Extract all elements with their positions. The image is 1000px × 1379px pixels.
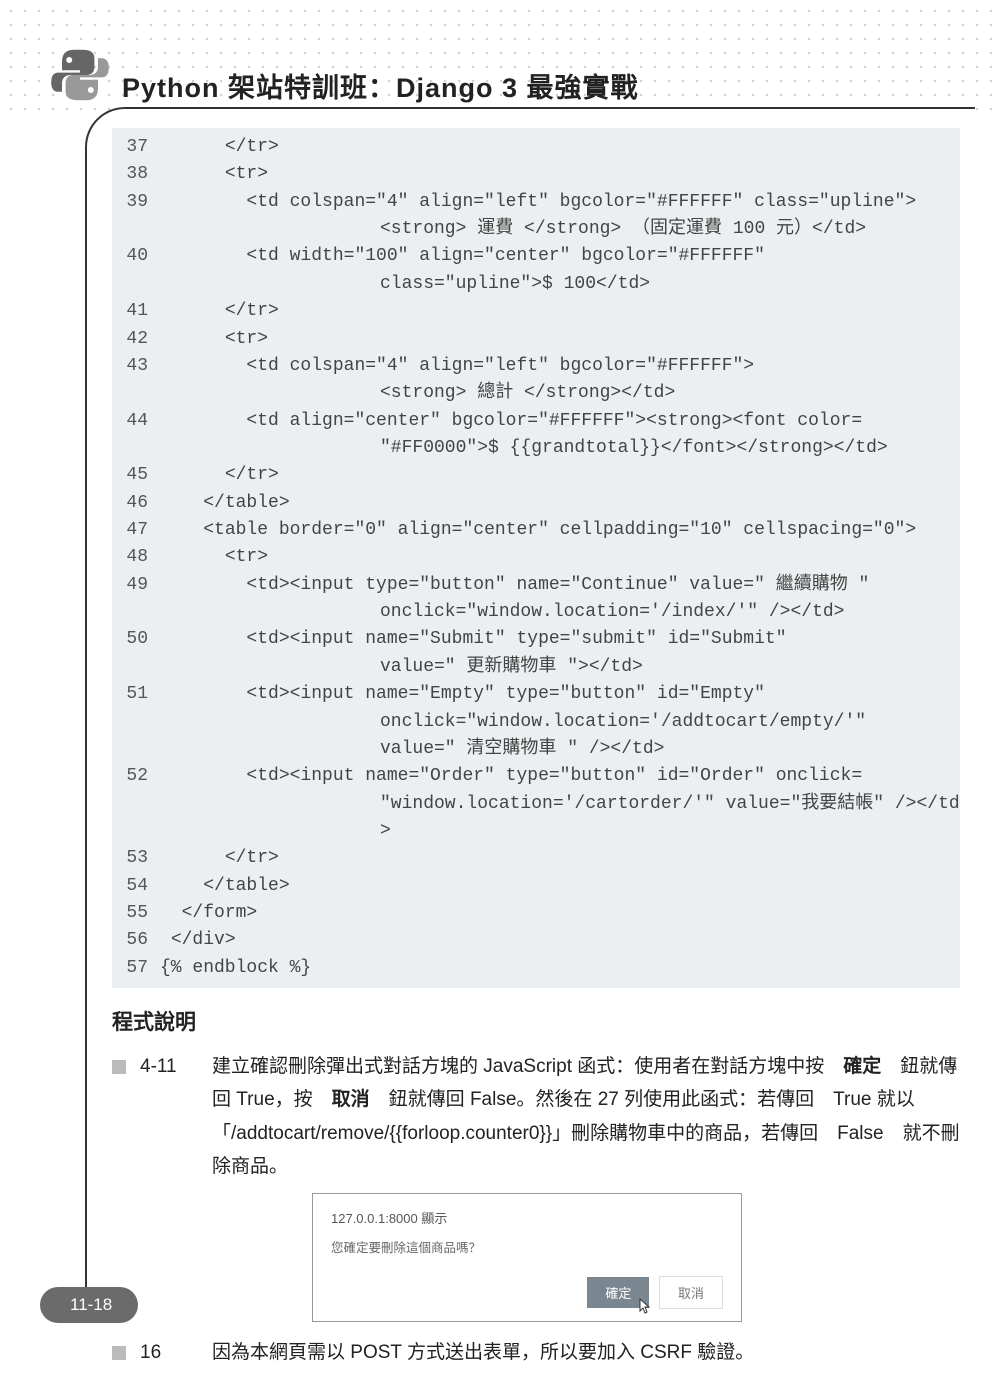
code-line: 50 <td><input name="Submit" type="submit…: [112, 626, 960, 653]
dialog-message: 您確定要刪除這個商品嗎？: [331, 1237, 723, 1256]
cursor-icon: [639, 1298, 653, 1314]
python-logo-icon: [50, 45, 110, 105]
code-line: onclick="window.location='/index/'" /></…: [112, 599, 960, 626]
explain-heading: 程式說明: [112, 1006, 960, 1036]
code-line: 54 </table>: [112, 873, 960, 900]
page-title: Python 架站特訓班：Django 3 最強實戰: [122, 66, 639, 105]
code-line: 53 </tr>: [112, 845, 960, 872]
code-line: <strong> 總計 </strong></td>: [112, 380, 960, 407]
explain-item-1: 4-11 建立確認刪除彈出式對話方塊的 JavaScript 函式：使用者在對話…: [112, 1050, 960, 1183]
explain-linenum: 4-11: [140, 1050, 212, 1183]
dialog-ok-button: 確定: [587, 1277, 649, 1308]
dialog-screenshot: 127.0.0.1:8000 顯示 您確定要刪除這個商品嗎？ 確定 取消: [312, 1193, 742, 1322]
code-line: 43 <td colspan="4" align="left" bgcolor=…: [112, 353, 960, 380]
code-line: 56 </div>: [112, 927, 960, 954]
code-line: "#FF0000">$ {{grandtotal}}</font></stron…: [112, 435, 960, 462]
code-line: 55 </form>: [112, 900, 960, 927]
code-line: 49 <td><input type="button" name="Contin…: [112, 572, 960, 599]
code-line: 40 <td width="100" align="center" bgcolo…: [112, 243, 960, 270]
code-line: 47 <table border="0" align="center" cell…: [112, 517, 960, 544]
code-line: onclick="window.location='/addtocart/emp…: [112, 709, 960, 736]
code-line: 51 <td><input name="Empty" type="button"…: [112, 681, 960, 708]
code-line: 39 <td colspan="4" align="left" bgcolor=…: [112, 189, 960, 216]
code-line: 48 <tr>: [112, 544, 960, 571]
code-line: value=" 清空購物車 " /></td>: [112, 736, 960, 763]
explain-text: 建立確認刪除彈出式對話方塊的 JavaScript 函式：使用者在對話方塊中按 …: [212, 1050, 960, 1183]
code-line: 42 <tr>: [112, 326, 960, 353]
bullet-icon: [112, 1346, 126, 1360]
bullet-icon: [112, 1060, 126, 1074]
code-line: class="upline">$ 100</td>: [112, 271, 960, 298]
code-line: 45 </tr>: [112, 462, 960, 489]
code-line: 41 </tr>: [112, 298, 960, 325]
dialog-title: 127.0.0.1:8000 顯示: [331, 1208, 723, 1227]
dialog-cancel-button: 取消: [659, 1276, 723, 1309]
page-number: 11-18: [40, 1287, 138, 1323]
main-content: 37 </tr>38 <tr>39 <td colspan="4" align=…: [112, 128, 960, 1379]
code-line: 52 <td><input name="Order" type="button"…: [112, 763, 960, 790]
code-line: 38 <tr>: [112, 161, 960, 188]
code-line: value=" 更新購物車 "></td>: [112, 654, 960, 681]
code-line: 44 <td align="center" bgcolor="#FFFFFF">…: [112, 408, 960, 435]
code-line: 57{% endblock %}: [112, 955, 960, 982]
code-listing: 37 </tr>38 <tr>39 <td colspan="4" align=…: [112, 128, 960, 988]
code-line: "window.location='/cartorder/'" value="我…: [112, 791, 960, 846]
code-line: 46 </table>: [112, 490, 960, 517]
code-line: <strong> 運費 </strong> （固定運費 100 元）</td>: [112, 216, 960, 243]
code-line: 37 </tr>: [112, 134, 960, 161]
